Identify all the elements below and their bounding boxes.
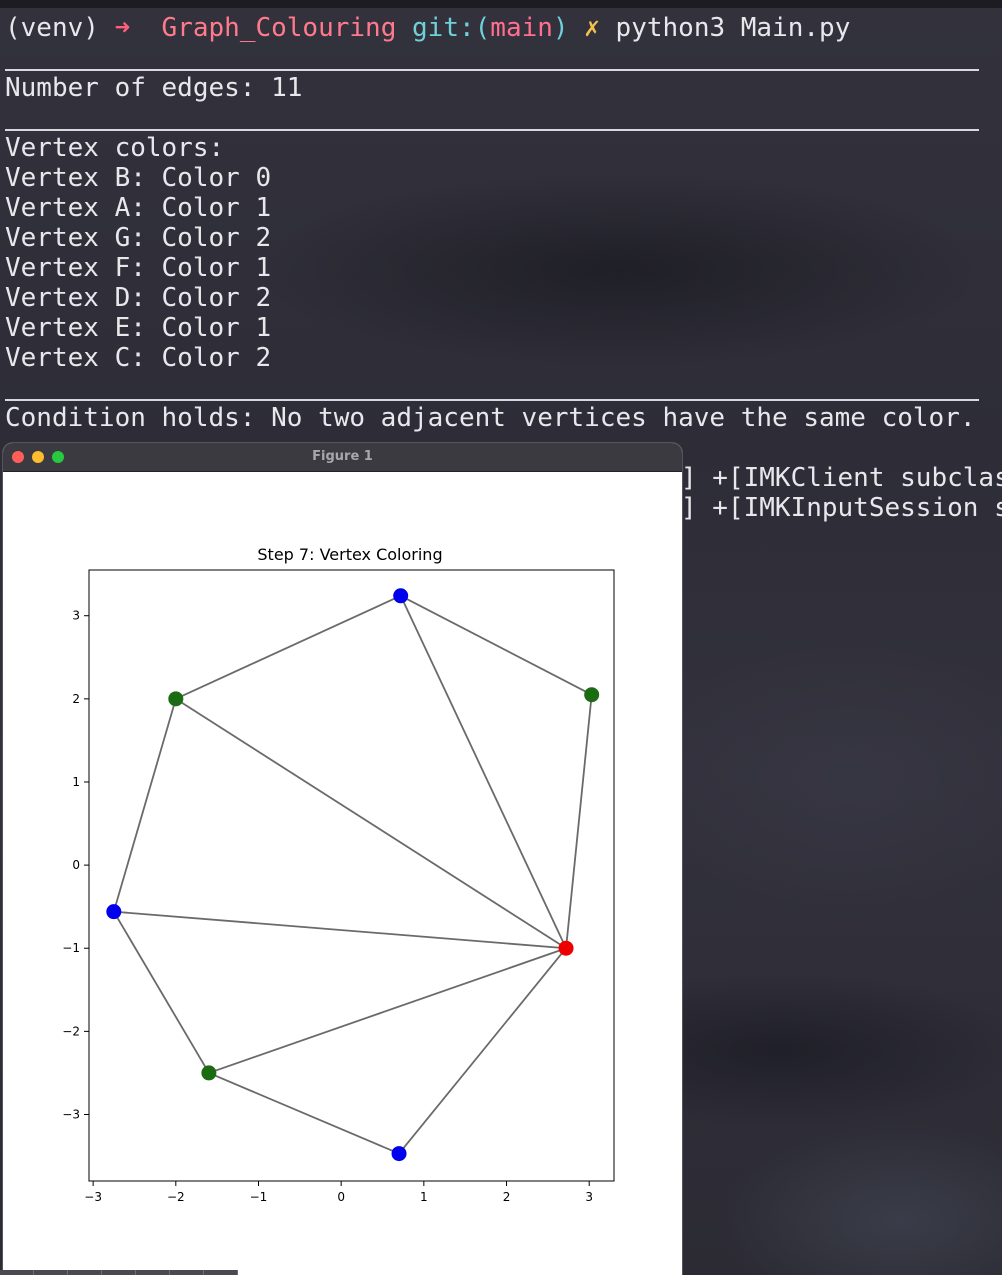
prompt-arrow-icon: ➜	[114, 13, 131, 43]
graph-vertex	[168, 691, 184, 707]
graph-vertex	[584, 687, 600, 703]
graph-edge	[113, 911, 210, 1074]
dock-tab[interactable]	[170, 1270, 204, 1275]
command-prompt-line: (venv) ➜ Graph_Colouring git:(main) ✗ py…	[5, 13, 850, 43]
command-text: python3 Main.py	[615, 13, 851, 43]
x-tick-label: −1	[250, 1190, 268, 1204]
prompt-branch: main	[490, 13, 553, 43]
graph-vertex	[558, 940, 574, 956]
figure-titlebar[interactable]: Figure 1	[3, 443, 682, 472]
y-axis-ticks: −3 −2 −1 0 1 2 3	[62, 609, 89, 1121]
plot-axes-frame	[88, 569, 615, 1182]
graph-edge	[398, 947, 567, 1155]
graph-vertex	[201, 1065, 217, 1081]
graph-edge	[208, 947, 567, 1074]
partial-log-line: ] +[IMKClient subclass	[681, 463, 1002, 493]
graph-edge	[175, 594, 402, 700]
partial-log-line: ] +[IMKInputSession su	[681, 493, 1002, 523]
prompt-directory: Graph_Colouring	[161, 13, 397, 43]
x-tick-label: −2	[167, 1190, 185, 1204]
graph-edge	[208, 1072, 400, 1155]
output-divider	[5, 129, 979, 131]
dock-tab[interactable]	[136, 1270, 170, 1275]
y-tick-label: 1	[72, 775, 80, 789]
graph-edge	[112, 698, 177, 912]
vertex-color-line: Vertex F: Color 1	[5, 253, 272, 283]
graph-vertices	[106, 588, 600, 1162]
dock-tab[interactable]	[68, 1270, 102, 1275]
graph-vertex	[391, 1146, 407, 1162]
x-tick-label: 1	[420, 1190, 428, 1204]
y-tick-label: 3	[72, 609, 80, 623]
x-tick-label: 0	[337, 1190, 345, 1204]
dock-tab[interactable]	[204, 1270, 238, 1275]
prompt-git-close: )	[552, 13, 569, 43]
graph-vertex	[106, 904, 122, 920]
dock-tab[interactable]	[0, 1270, 34, 1275]
edges-count-line: Number of edges: 11	[5, 73, 303, 103]
dock-tab-strip	[0, 1270, 240, 1275]
y-tick-label: 0	[72, 858, 80, 872]
x-axis-ticks: −3 −2 −1 0 1 2 3	[84, 1181, 593, 1204]
graph-edge	[400, 594, 593, 696]
vertex-color-line: Vertex A: Color 1	[5, 193, 272, 223]
chart-title: Step 7: Vertex Coloring	[257, 545, 442, 564]
vertex-color-line: Vertex B: Color 0	[5, 163, 272, 193]
terminal-top-edge	[0, 0, 1002, 8]
prompt-dirty-icon: ✗	[584, 13, 600, 43]
vertex-color-line: Vertex E: Color 1	[5, 313, 272, 343]
x-tick-label: 3	[585, 1190, 593, 1204]
y-tick-label: −2	[62, 1024, 80, 1038]
y-tick-label: −3	[62, 1107, 80, 1121]
y-tick-label: −1	[62, 941, 80, 955]
prompt-venv: (venv)	[5, 13, 99, 43]
figure-window[interactable]: Figure 1 Step 7: Vertex Coloring −3 −2 −1 0…	[3, 443, 682, 1275]
vertex-coloring-plot: Step 7: Vertex Coloring −3 −2 −1 0 1 2 3 −3−2−…	[62, 545, 615, 1204]
x-tick-label: −3	[84, 1190, 102, 1204]
output-divider	[5, 399, 979, 401]
condition-line: Condition holds: No two adjacent vertice…	[5, 403, 976, 433]
window-title: Figure 1	[312, 449, 373, 464]
vertex-color-line: Vertex G: Color 2	[5, 223, 272, 253]
dock-tab[interactable]	[34, 1270, 68, 1275]
dock-tab[interactable]	[102, 1270, 136, 1275]
graph-vertex	[393, 588, 409, 604]
graph-edge	[113, 910, 567, 950]
vertex-color-line: Vertex C: Color 2	[5, 343, 272, 373]
graph-edge	[565, 694, 593, 949]
y-tick-label: 2	[72, 692, 80, 706]
prompt-git-open: git:(	[412, 13, 491, 43]
output-divider	[5, 69, 979, 71]
vertex-colors-header: Vertex colors:	[5, 133, 225, 163]
x-tick-label: 2	[503, 1190, 511, 1204]
graph-edges	[112, 594, 593, 1155]
vertex-color-line: Vertex D: Color 2	[5, 283, 272, 313]
